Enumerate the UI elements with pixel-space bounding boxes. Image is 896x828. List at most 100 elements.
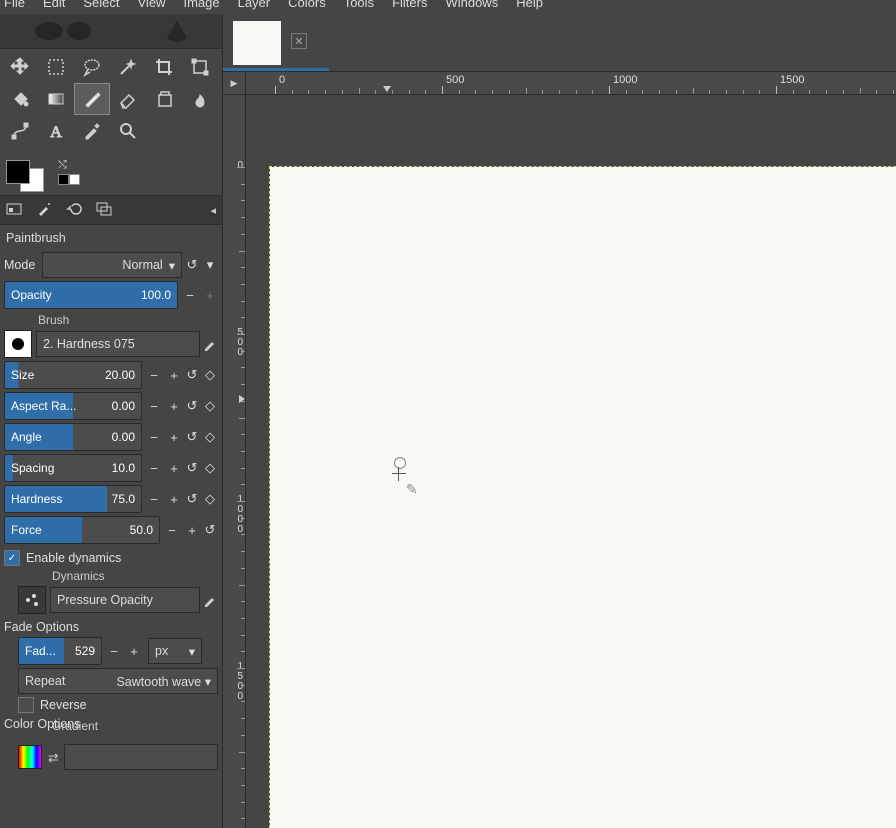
- canvas-area[interactable]: ✎: [246, 95, 896, 828]
- mode-reset-icon[interactable]: ↺: [184, 257, 200, 273]
- spacing-inc-icon[interactable]: +: [166, 460, 182, 476]
- default-bg-icon[interactable]: [69, 174, 80, 185]
- size-reset-icon[interactable]: ↺: [184, 367, 200, 383]
- horizontal-ruler[interactable]: ▶ 050010001500: [223, 71, 896, 95]
- device-status-tab-icon[interactable]: [36, 201, 52, 220]
- menu-help[interactable]: Help: [516, 0, 543, 10]
- aspect-link-icon[interactable]: ◇: [202, 398, 218, 414]
- dynamics-select[interactable]: Pressure Opacity: [50, 587, 200, 613]
- canvas[interactable]: ✎: [270, 167, 896, 828]
- menu-colors[interactable]: Colors: [288, 0, 326, 10]
- ruler-corner-icon[interactable]: ▶: [223, 72, 246, 94]
- tool-smudge[interactable]: [182, 83, 218, 115]
- menu-filters[interactable]: Filters: [392, 0, 427, 10]
- tool-paintbrush[interactable]: [74, 83, 110, 115]
- tool-zoom[interactable]: [110, 115, 146, 147]
- menu-file[interactable]: File: [4, 0, 25, 10]
- chevron-down-icon: ▾: [169, 258, 175, 273]
- angle-reset-icon[interactable]: ↺: [184, 429, 200, 445]
- hardness-dec-icon[interactable]: −: [146, 491, 162, 507]
- repeat-label: Repeat: [25, 674, 65, 688]
- aspect-label: Aspect Ra...: [11, 399, 76, 413]
- menu-layer[interactable]: Layer: [238, 0, 271, 10]
- size-link-icon[interactable]: ◇: [202, 367, 218, 383]
- tool-text[interactable]: A: [38, 115, 74, 147]
- dynamics-edit-icon[interactable]: [202, 592, 218, 608]
- brush-edit-icon[interactable]: [202, 336, 218, 352]
- spacing-slider[interactable]: Spacing 10.0: [4, 454, 142, 482]
- images-tab-icon[interactable]: [96, 201, 112, 220]
- repeat-select[interactable]: Repeat Sawtooth wave ▾: [18, 668, 218, 694]
- tool-crop[interactable]: [146, 51, 182, 83]
- default-fg-icon[interactable]: [58, 174, 69, 185]
- force-inc-icon[interactable]: +: [184, 522, 200, 538]
- opacity-slider[interactable]: Opacity 100.0: [4, 281, 178, 309]
- gradient-select[interactable]: [64, 744, 218, 770]
- image-tab[interactable]: ✕: [223, 14, 329, 71]
- color-selector[interactable]: ⤭: [0, 149, 222, 195]
- hardness-inc-icon[interactable]: +: [166, 491, 182, 507]
- foreground-color[interactable]: [6, 160, 30, 184]
- tool-options-tab-icon[interactable]: [6, 201, 22, 220]
- angle-slider[interactable]: Angle 0.00: [4, 423, 142, 451]
- mode-select[interactable]: Normal ▾: [42, 252, 182, 278]
- mode-menu-icon[interactable]: ▾: [202, 257, 218, 273]
- force-reset-icon[interactable]: ↺: [202, 522, 218, 538]
- dock-tabs: ◂: [0, 195, 222, 225]
- menu-view[interactable]: View: [138, 0, 166, 10]
- tool-paths[interactable]: [2, 115, 38, 147]
- drop-icon: [162, 18, 192, 44]
- menu-tools[interactable]: Tools: [344, 0, 374, 10]
- aspect-dec-icon[interactable]: −: [146, 398, 162, 414]
- force-dec-icon[interactable]: −: [164, 522, 180, 538]
- enable-dynamics-checkbox[interactable]: ✓: [4, 550, 20, 566]
- tool-gradient[interactable]: [38, 83, 74, 115]
- tool-free-select[interactable]: [74, 51, 110, 83]
- angle-inc-icon[interactable]: +: [166, 429, 182, 445]
- dynamics-preview[interactable]: [18, 586, 46, 614]
- aspect-reset-icon[interactable]: ↺: [184, 398, 200, 414]
- fade-inc-icon[interactable]: +: [126, 643, 142, 659]
- force-slider[interactable]: Force 50.0: [4, 516, 160, 544]
- swap-colors-icon[interactable]: ⤭: [58, 159, 80, 172]
- menu-windows[interactable]: Windows: [445, 0, 498, 10]
- aspect-inc-icon[interactable]: +: [166, 398, 182, 414]
- brush-preview[interactable]: [4, 330, 32, 358]
- gradient-reverse-icon[interactable]: ⇄: [48, 750, 58, 765]
- tool-bucket-fill[interactable]: [2, 83, 38, 115]
- configure-tab-icon[interactable]: ◂: [210, 204, 216, 217]
- close-tab-icon[interactable]: ✕: [291, 33, 307, 49]
- tool-color-picker[interactable]: [74, 115, 110, 147]
- aspect-slider[interactable]: Aspect Ra... 0.00: [4, 392, 142, 420]
- opacity-dec-icon[interactable]: −: [182, 287, 198, 303]
- tool-transform[interactable]: [182, 51, 218, 83]
- size-dec-icon[interactable]: −: [146, 367, 162, 383]
- tool-rect-select[interactable]: [38, 51, 74, 83]
- fade-length-slider[interactable]: Fad... 529: [18, 637, 102, 665]
- fade-dec-icon[interactable]: −: [106, 643, 122, 659]
- menu-select[interactable]: Select: [83, 0, 119, 10]
- tool-clone[interactable]: [146, 83, 182, 115]
- angle-dec-icon[interactable]: −: [146, 429, 162, 445]
- spacing-dec-icon[interactable]: −: [146, 460, 162, 476]
- size-inc-icon[interactable]: +: [166, 367, 182, 383]
- fade-unit-select[interactable]: px▾: [148, 638, 202, 664]
- gradient-preview[interactable]: [18, 745, 42, 769]
- hardness-reset-icon[interactable]: ↺: [184, 491, 200, 507]
- spacing-reset-icon[interactable]: ↺: [184, 460, 200, 476]
- opacity-inc-icon[interactable]: +: [202, 287, 218, 303]
- spacing-link-icon[interactable]: ◇: [202, 460, 218, 476]
- menu-edit[interactable]: Edit: [43, 0, 65, 10]
- tool-move[interactable]: [2, 51, 38, 83]
- tool-fuzzy-select[interactable]: [110, 51, 146, 83]
- angle-link-icon[interactable]: ◇: [202, 429, 218, 445]
- menu-image[interactable]: Image: [183, 0, 219, 10]
- brush-select[interactable]: 2. Hardness 075: [36, 331, 200, 357]
- size-slider[interactable]: Size 20.00: [4, 361, 142, 389]
- undo-history-tab-icon[interactable]: [66, 201, 82, 220]
- hardness-slider[interactable]: Hardness 75.0: [4, 485, 142, 513]
- hardness-link-icon[interactable]: ◇: [202, 491, 218, 507]
- tool-eraser[interactable]: [110, 83, 146, 115]
- vertical-ruler[interactable]: 050010001500: [223, 95, 246, 828]
- reverse-checkbox[interactable]: [18, 697, 34, 713]
